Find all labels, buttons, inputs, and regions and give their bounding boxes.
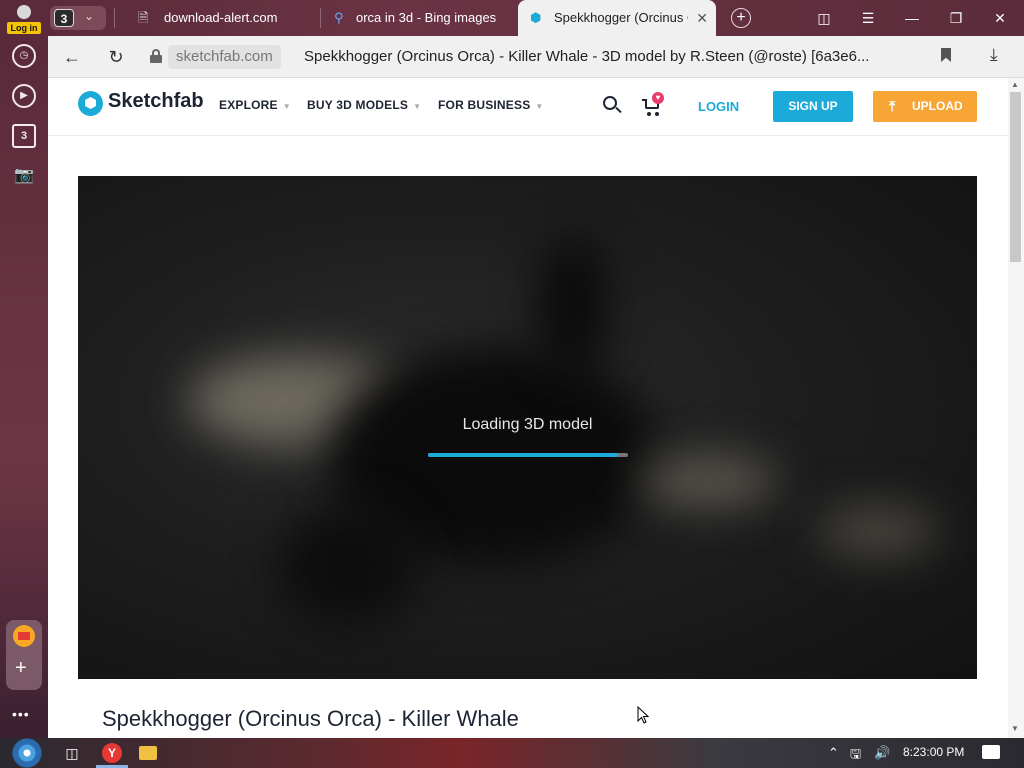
reload-button[interactable]: ↻ <box>105 46 127 68</box>
nav-explore[interactable]: EXPLORE ▼ <box>219 98 291 112</box>
tab-label: Spekkhogger (Orcinus O <box>554 10 688 25</box>
network-icon[interactable]: 🖫 <box>850 745 861 767</box>
tab-count-icon[interactable]: 3 <box>12 124 36 148</box>
tab-divider <box>114 8 115 28</box>
tab-download-alert[interactable]: 🗎 download-alert.com <box>120 0 320 36</box>
loading-progress-fill <box>428 453 618 457</box>
model-title: Spekkhogger (Orcinus Orca) - Killer Whal… <box>102 706 519 731</box>
bookmarks-icon[interactable]: ◫ <box>804 0 844 36</box>
tab-count: 3 <box>54 9 74 27</box>
close-window-button[interactable]: ✕ <box>980 0 1020 36</box>
nav-for-business[interactable]: FOR BUSINESS ▼ <box>438 98 544 112</box>
browser-tab-bar: Log in 3 ⌄ 🗎 download-alert.com ⚲ orca i… <box>0 0 1024 36</box>
bookmark-icon[interactable] <box>941 48 951 62</box>
back-button[interactable]: ← <box>61 46 83 68</box>
tab-label: orca in 3d - Bing images <box>356 10 497 25</box>
tab-label: download-alert.com <box>164 10 278 25</box>
nav-label: BUY 3D MODELS <box>307 98 409 112</box>
loading-progress-bar <box>428 453 628 457</box>
page-scrollbar[interactable]: ▲ ▼ <box>1008 78 1024 738</box>
browser-sidebar: ◷ ▶ 3 📷 + ••• <box>0 36 48 738</box>
task-view-icon[interactable]: ◫ <box>62 743 82 763</box>
url-domain[interactable]: sketchfab.com <box>168 45 281 69</box>
scroll-thumb[interactable] <box>1010 92 1021 262</box>
add-app-button[interactable]: + <box>15 658 27 678</box>
url-page-title[interactable]: Spekkhogger (Orcinus Orca) - Killer Whal… <box>304 45 914 69</box>
profile-login-label: Log in <box>7 22 41 34</box>
cart-badge: ♥ <box>652 92 664 104</box>
document-icon: 🗎 <box>138 10 149 25</box>
restore-button[interactable]: ❐ <box>936 0 976 36</box>
nav-label: FOR BUSINESS <box>438 98 531 112</box>
volume-icon[interactable]: 🔊 <box>874 745 890 761</box>
blurred-preview-shape <box>278 506 418 626</box>
play-icon[interactable]: ▶ <box>12 84 36 108</box>
mouse-cursor-icon <box>637 706 649 724</box>
caret-down-icon: ▼ <box>282 102 291 111</box>
blurred-preview-shape <box>638 456 778 506</box>
scroll-down-icon[interactable]: ▼ <box>1011 724 1019 733</box>
loading-message: Loading 3D model <box>462 416 593 433</box>
login-link[interactable]: LOGIN <box>698 99 739 114</box>
mail-icon[interactable] <box>13 625 35 647</box>
tab-group-button[interactable]: 3 ⌄ <box>50 6 106 30</box>
scroll-up-icon[interactable]: ▲ <box>1011 80 1019 89</box>
caret-down-icon: ▼ <box>413 102 422 111</box>
windows-taskbar: ◫ Y ⌃ 🖫 🔊 8:23:00 PM <box>0 738 1024 768</box>
tab-sketchfab[interactable]: ⬢ Spekkhogger (Orcinus O ✕ <box>518 0 716 36</box>
file-explorer-icon[interactable] <box>139 746 157 760</box>
lock-icon[interactable] <box>150 49 162 63</box>
history-icon[interactable]: ◷ <box>12 44 36 68</box>
model-viewer[interactable]: Loading 3D model <box>78 176 977 679</box>
download-icon[interactable]: ⤓ <box>990 45 998 65</box>
notification-icon[interactable] <box>982 745 1000 759</box>
more-icon[interactable]: ••• <box>12 706 30 722</box>
upload-icon: ⤒ <box>889 98 896 114</box>
sidebar-app-panel: + <box>6 620 42 690</box>
sketchfab-logo-icon[interactable] <box>78 91 103 116</box>
search-icon[interactable] <box>602 95 624 117</box>
tab-bing-images[interactable]: ⚲ orca in 3d - Bing images <box>316 0 516 36</box>
camera-icon[interactable]: 📷 <box>12 164 36 188</box>
minimize-button[interactable]: — <box>892 0 932 36</box>
chevron-down-icon: ⌄ <box>84 9 95 23</box>
upload-label: UPLOAD <box>912 99 963 113</box>
caret-down-icon: ▼ <box>535 102 544 111</box>
sketchfab-icon: ⬢ <box>530 10 542 25</box>
upload-button[interactable]: ⤒ UPLOAD <box>873 91 977 122</box>
blurred-preview-shape <box>538 236 608 376</box>
tray-expand-icon[interactable]: ⌃ <box>828 745 839 761</box>
close-tab-icon[interactable]: ✕ <box>696 0 708 36</box>
menu-icon[interactable]: ☰ <box>848 0 888 36</box>
taskbar-clock[interactable]: 8:23:00 PM <box>903 745 964 759</box>
new-tab-button[interactable]: + <box>731 8 751 28</box>
site-logo[interactable]: Sketchfab <box>108 90 204 113</box>
search-icon: ⚲ <box>334 10 344 25</box>
address-bar: ← ↻ sketchfab.com Spekkhogger (Orcinus O… <box>48 36 1024 78</box>
start-button[interactable] <box>8 738 46 768</box>
blurred-preview-shape <box>818 506 938 556</box>
yandex-browser-icon[interactable]: Y <box>102 743 122 763</box>
user-icon <box>17 5 31 19</box>
web-page: Sketchfab EXPLORE ▼ BUY 3D MODELS ▼ FOR BU… <box>48 78 1008 738</box>
sign-up-button[interactable]: SIGN UP <box>773 91 853 122</box>
site-header: Sketchfab EXPLORE ▼ BUY 3D MODELS ▼ FOR BU… <box>48 78 1008 136</box>
nav-buy-3d-models[interactable]: BUY 3D MODELS ▼ <box>307 98 421 112</box>
nav-label: EXPLORE <box>219 98 278 112</box>
profile-button[interactable]: Log in <box>6 3 42 34</box>
